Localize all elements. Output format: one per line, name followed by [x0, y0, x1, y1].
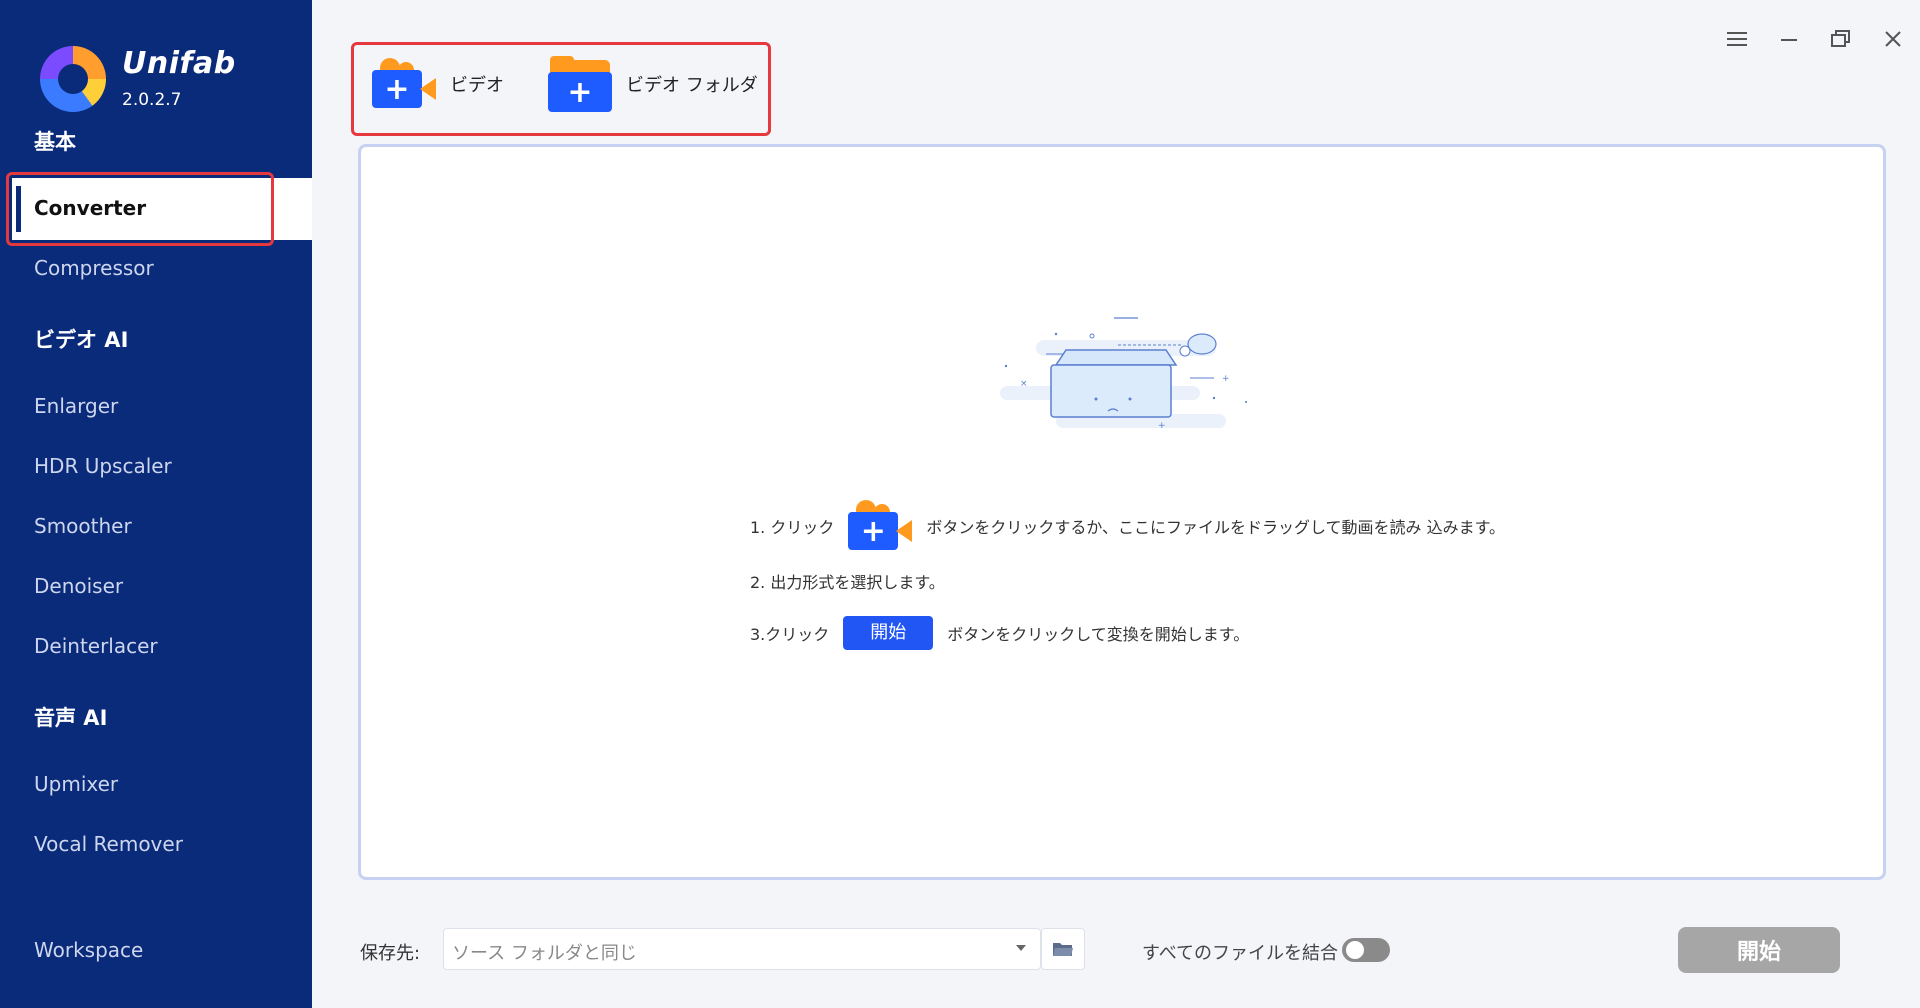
app-name: Unifab — [122, 46, 236, 81]
start-chip: 開始 — [843, 616, 934, 650]
instruction-step-1: 1. クリック + ボタンをクリックするか、ここにファイルをドラッグして動画を読… — [750, 498, 1505, 554]
sidebar-item-hdr-upscaler[interactable]: HDR Upscaler — [34, 454, 172, 478]
sidebar-item-denoiser[interactable]: Denoiser — [34, 574, 123, 598]
sidebar-item-enlarger[interactable]: Enlarger — [34, 394, 118, 418]
save-to-value: ソース フォルダと同じ — [452, 943, 637, 964]
sidebar-item-vocal-remover[interactable]: Vocal Remover — [34, 832, 183, 856]
step3-suffix: ボタンをクリックして変換を開始します。 — [947, 625, 1250, 644]
close-icon[interactable] — [1878, 24, 1908, 54]
folder-open-icon — [1053, 943, 1073, 956]
section-audio-ai: 音声 AI — [34, 706, 108, 730]
chevron-down-icon — [1016, 945, 1026, 951]
highlight-box-converter — [6, 172, 274, 246]
maximize-icon[interactable] — [1826, 24, 1856, 54]
step3-prefix: 3.クリック — [750, 625, 830, 644]
save-to-dropdown[interactable]: ソース フォルダと同じ — [443, 928, 1041, 970]
sidebar-item-workspace[interactable]: Workspace — [34, 938, 143, 962]
sidebar-item-upmixer[interactable]: Upmixer — [34, 772, 118, 796]
unifab-logo-icon — [40, 46, 106, 112]
step2-text: 2. 出力形式を選択します。 — [750, 573, 945, 592]
merge-all-files-label: すべてのファイルを結合 — [1142, 943, 1339, 964]
app-version: 2.0.2.7 — [122, 90, 182, 110]
section-basic: 基本 — [34, 130, 76, 154]
sidebar-item-deinterlacer[interactable]: Deinterlacer — [34, 634, 158, 658]
minimize-icon[interactable] — [1774, 24, 1804, 54]
svg-text:+: + — [1222, 374, 1230, 384]
save-to-label: 保存先: — [360, 943, 421, 964]
browse-folder-button[interactable] — [1041, 928, 1085, 970]
step1-suffix: ボタンをクリックするか、ここにファイルをドラッグして動画を読み 込みます。 — [926, 518, 1506, 537]
svg-text:+: + — [1158, 421, 1166, 431]
svg-text:×: × — [1020, 379, 1028, 389]
menu-icon[interactable] — [1722, 24, 1752, 54]
app-logo: Unifab 2.0.2.7 — [40, 46, 236, 112]
toggle-knob — [1346, 941, 1364, 959]
empty-box-illustration-icon: × + + — [1000, 317, 1247, 431]
instruction-step-3: 3.クリック 開始 ボタンをクリックして変換を開始します。 — [750, 616, 1249, 650]
sidebar-item-compressor[interactable]: Compressor — [34, 256, 154, 280]
instruction-step-2: 2. 出力形式を選択します。 — [750, 569, 945, 593]
start-button[interactable]: 開始 — [1678, 927, 1840, 973]
sidebar-item-smoother[interactable]: Smoother — [34, 514, 132, 538]
section-video-ai: ビデオ AI — [34, 328, 129, 352]
add-video-inline-icon: + — [848, 498, 913, 554]
merge-all-files-toggle[interactable] — [1342, 938, 1390, 962]
highlight-box-toolbar — [351, 42, 771, 136]
sidebar: Unifab 2.0.2.7 基本 Converter Compressor ビ… — [0, 0, 312, 1008]
step1-prefix: 1. クリック — [750, 518, 835, 537]
